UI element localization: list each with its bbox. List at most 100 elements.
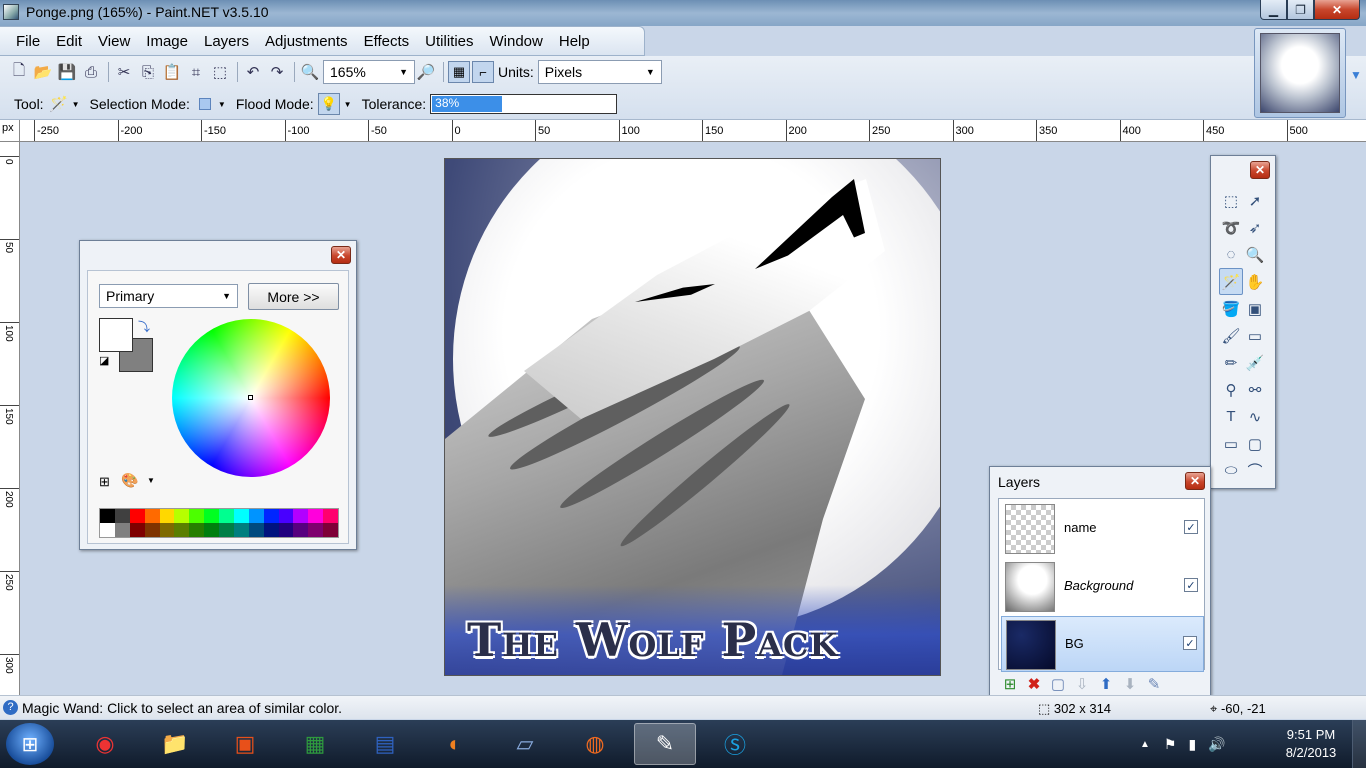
layer-visibility-checkbox[interactable]: ✓ [1184, 578, 1198, 592]
palette-swatch[interactable] [100, 523, 115, 537]
add-to-palette-icon[interactable]: ⊞ [99, 474, 110, 490]
palette-swatch[interactable] [159, 509, 175, 523]
layer-visibility-checkbox[interactable]: ✓ [1183, 636, 1197, 650]
palette-swatch[interactable] [278, 523, 294, 537]
tray-expand-icon[interactable]: ▲ [1140, 739, 1150, 750]
paint-bucket-icon[interactable]: 🪣 [1219, 295, 1243, 322]
more-button[interactable]: More >> [248, 283, 339, 310]
taskbar-skype[interactable]: Ⓢ [704, 723, 766, 765]
taskbar-basketball[interactable]: ◍ [564, 723, 626, 765]
layer-row[interactable]: Background ✓ [1001, 559, 1204, 615]
crop-icon[interactable]: ⌗ [185, 61, 207, 83]
save-icon[interactable]: 💾 [56, 61, 78, 83]
reset-colors-icon[interactable]: ◪ [99, 354, 113, 368]
layers-close-button[interactable]: ✕ [1185, 472, 1205, 490]
taskbar-firefox[interactable]: ◐ [424, 723, 486, 765]
rectangle-select-icon[interactable]: ⬚ [1219, 187, 1243, 214]
palette-swatch[interactable] [189, 509, 205, 523]
rounded-rectangle-icon[interactable]: ▢ [1243, 430, 1267, 457]
zoom-combo[interactable]: 165% ▼ [323, 60, 415, 84]
palette-swatch[interactable] [129, 509, 145, 523]
palette-swatch[interactable] [174, 523, 190, 537]
palette-swatch[interactable] [293, 523, 309, 537]
merge-layer-down-icon[interactable]: ⇩ [1070, 672, 1094, 696]
menu-help[interactable]: Help [551, 33, 598, 50]
pan-icon[interactable]: ✋ [1243, 268, 1267, 295]
copy-icon[interactable]: ⎘ [137, 61, 159, 83]
move-layer-up-icon[interactable]: ⬆ [1094, 672, 1118, 696]
menu-layers[interactable]: Layers [196, 33, 257, 50]
show-desktop-button[interactable] [1352, 720, 1366, 768]
rulers-toggle-icon[interactable]: ⌐ [472, 61, 494, 83]
flag-icon[interactable]: ⚑ [1164, 736, 1177, 753]
palette-swatch[interactable] [233, 523, 249, 537]
menu-window[interactable]: Window [482, 33, 551, 50]
add-layer-icon[interactable]: ⊞ [998, 672, 1022, 696]
palette-swatch[interactable] [129, 523, 145, 537]
magic-wand-icon[interactable]: 🪄 [1219, 268, 1243, 295]
palette-swatch[interactable] [144, 509, 160, 523]
freeform-shape-icon[interactable]: ⌒ [1243, 457, 1267, 484]
menu-utilities[interactable]: Utilities [417, 33, 481, 50]
taskbar-excel[interactable]: ▦ [284, 723, 346, 765]
maximize-button[interactable]: ❐ [1287, 0, 1314, 20]
menu-image[interactable]: Image [138, 33, 196, 50]
palette-swatch[interactable] [293, 509, 309, 523]
palette-swatch[interactable] [233, 509, 249, 523]
move-layer-down-icon[interactable]: ⬇ [1118, 672, 1142, 696]
palette-swatch[interactable] [100, 509, 115, 523]
network-icon[interactable]: ▮ [1188, 736, 1196, 753]
chevron-down-icon[interactable]: ▼ [1350, 68, 1362, 82]
taskbar-pad[interactable]: ▱ [494, 723, 556, 765]
undo-icon[interactable]: ↶ [242, 61, 264, 83]
paste-icon[interactable]: 📋 [161, 61, 183, 83]
menu-effects[interactable]: Effects [356, 33, 418, 50]
clone-stamp-icon[interactable]: ⚲ [1219, 376, 1243, 403]
recolor-icon[interactable]: ⚯ [1243, 376, 1267, 403]
palette-swatch[interactable] [323, 523, 338, 537]
menu-edit[interactable]: Edit [48, 33, 90, 50]
redo-icon[interactable]: ↷ [266, 61, 288, 83]
palette-swatch[interactable] [159, 523, 175, 537]
chevron-down-icon[interactable]: ▼ [147, 476, 155, 485]
minimize-button[interactable]: ▁ [1260, 0, 1287, 20]
clock[interactable]: 9:51 PM 8/2/2013 [1280, 726, 1342, 762]
palette-swatch[interactable] [114, 523, 130, 537]
eraser-icon[interactable]: ▭ [1243, 322, 1267, 349]
new-image-icon[interactable]: 🗋 [8, 61, 30, 83]
palette-swatch[interactable] [323, 509, 338, 523]
menu-adjustments[interactable]: Adjustments [257, 33, 356, 50]
palette-swatch[interactable] [278, 509, 294, 523]
layer-row-selected[interactable]: BG ✓ [1001, 616, 1204, 672]
taskbar-paintnet[interactable]: ✎ [634, 723, 696, 765]
layer-row[interactable]: name ✓ [1001, 501, 1204, 557]
zoom-in-icon[interactable]: 🔎 [415, 61, 437, 83]
palette-swatch[interactable] [248, 523, 264, 537]
close-button[interactable]: ✕ [1314, 0, 1360, 20]
open-icon[interactable]: 📂 [32, 61, 54, 83]
chevron-down-icon[interactable]: ▼ [72, 100, 80, 109]
magic-wand-icon[interactable]: 🪄 [48, 93, 70, 115]
palette-swatch[interactable] [219, 523, 234, 537]
paintbrush-icon[interactable]: 🖌 [1219, 322, 1243, 349]
move-selection-icon[interactable]: ➚ [1243, 187, 1267, 214]
zoom-out-icon[interactable]: 🔍 [299, 61, 321, 83]
layer-visibility-checkbox[interactable]: ✓ [1184, 520, 1198, 534]
tools-close-button[interactable]: ✕ [1250, 161, 1270, 179]
palette-swatch[interactable] [204, 523, 219, 537]
palette-menu-icon[interactable]: 🎨 [121, 472, 138, 489]
layer-properties-icon[interactable]: ✎ [1142, 672, 1166, 696]
palette-swatch[interactable] [204, 509, 219, 523]
menu-file[interactable]: File [8, 33, 48, 50]
flood-mode-icon[interactable]: 💡 [317, 93, 340, 115]
text-icon[interactable]: T [1219, 403, 1243, 430]
units-combo[interactable]: Pixels ▼ [537, 60, 662, 84]
ellipse-icon[interactable]: ⬭ [1219, 457, 1243, 484]
swap-colors-icon[interactable]: ⤵ [138, 318, 150, 335]
gradient-icon[interactable]: ▣ [1243, 295, 1267, 322]
grid-toggle-icon[interactable]: ▦ [448, 61, 470, 83]
image-canvas[interactable]: The Wolf Pack [444, 158, 941, 676]
chevron-down-icon[interactable]: ▼ [344, 100, 352, 109]
image-tab-thumbnail[interactable] [1254, 28, 1346, 118]
colors-close-button[interactable]: ✕ [331, 246, 351, 264]
